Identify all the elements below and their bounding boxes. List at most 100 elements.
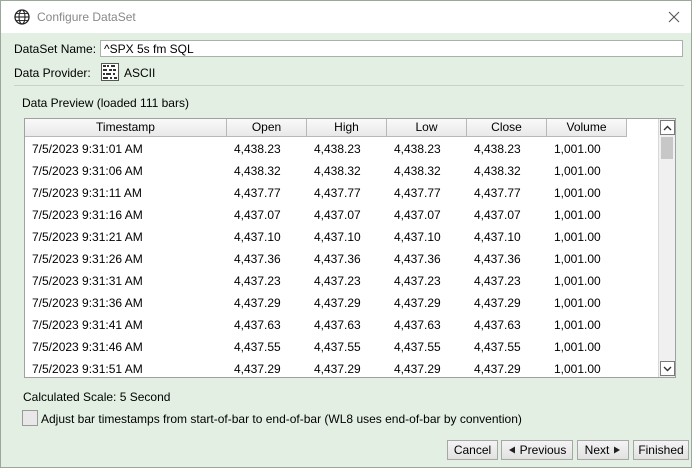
cell-high: 4,437.63 bbox=[314, 318, 361, 332]
grid-body: 7/5/2023 9:31:01 AM 4,438.23 4,438.23 4,… bbox=[25, 138, 659, 380]
scroll-thumb[interactable] bbox=[661, 137, 673, 159]
calculated-scale-label: Calculated Scale: 5 Second bbox=[23, 390, 171, 404]
column-header-timestamp[interactable]: Timestamp bbox=[25, 119, 227, 137]
chevron-up-icon bbox=[663, 125, 672, 130]
cell-low: 4,437.07 bbox=[394, 208, 441, 222]
cell-close: 4,437.29 bbox=[474, 296, 521, 310]
cancel-button-label: Cancel bbox=[453, 443, 492, 457]
table-row[interactable]: 7/5/2023 9:31:31 AM 4,437.23 4,437.23 4,… bbox=[25, 270, 659, 292]
table-row[interactable]: 7/5/2023 9:31:01 AM 4,438.23 4,438.23 4,… bbox=[25, 138, 659, 160]
cell-timestamp: 7/5/2023 9:31:26 AM bbox=[32, 252, 143, 266]
cell-close: 4,437.10 bbox=[474, 230, 521, 244]
column-header-open[interactable]: Open bbox=[227, 119, 307, 137]
cell-high: 4,437.36 bbox=[314, 252, 361, 266]
cell-low: 4,437.63 bbox=[394, 318, 441, 332]
cell-high: 4,437.55 bbox=[314, 340, 361, 354]
cell-high: 4,438.32 bbox=[314, 164, 361, 178]
cell-timestamp: 7/5/2023 9:31:06 AM bbox=[32, 164, 143, 178]
cell-volume: 1,001.00 bbox=[554, 164, 601, 178]
chevron-down-icon bbox=[663, 366, 672, 371]
close-button[interactable] bbox=[665, 8, 683, 26]
cell-timestamp: 7/5/2023 9:31:46 AM bbox=[32, 340, 143, 354]
configure-dataset-dialog: Configure DataSet DataSet Name: Data Pro… bbox=[0, 0, 692, 468]
cell-volume: 1,001.00 bbox=[554, 340, 601, 354]
previous-button[interactable]: Previous bbox=[501, 440, 573, 460]
cell-low: 4,437.10 bbox=[394, 230, 441, 244]
dataset-name-input[interactable] bbox=[100, 40, 683, 57]
column-header-high[interactable]: High bbox=[307, 119, 387, 137]
table-row[interactable]: 7/5/2023 9:31:46 AM 4,437.55 4,437.55 4,… bbox=[25, 336, 659, 358]
cell-low: 4,437.77 bbox=[394, 186, 441, 200]
cell-volume: 1,001.00 bbox=[554, 208, 601, 222]
vertical-scrollbar[interactable] bbox=[658, 119, 675, 377]
table-row[interactable]: 7/5/2023 9:31:41 AM 4,437.63 4,437.63 4,… bbox=[25, 314, 659, 336]
arrow-right-icon bbox=[614, 446, 621, 454]
cell-volume: 1,001.00 bbox=[554, 186, 601, 200]
cell-open: 4,438.23 bbox=[234, 142, 281, 156]
finished-button-label: Finished bbox=[638, 443, 684, 457]
cell-close: 4,437.63 bbox=[474, 318, 521, 332]
finished-button[interactable]: Finished bbox=[633, 440, 689, 460]
cell-close: 4,438.23 bbox=[474, 142, 521, 156]
cell-high: 4,438.23 bbox=[314, 142, 361, 156]
cell-high: 4,437.10 bbox=[314, 230, 361, 244]
cell-volume: 1,001.00 bbox=[554, 230, 601, 244]
cell-close: 4,437.23 bbox=[474, 274, 521, 288]
data-provider-name: ASCII bbox=[124, 66, 156, 80]
table-row[interactable]: 7/5/2023 9:31:51 AM 4,437.29 4,437.29 4,… bbox=[25, 358, 659, 380]
cell-volume: 1,001.00 bbox=[554, 362, 601, 376]
column-header-close[interactable]: Close bbox=[467, 119, 547, 137]
cell-volume: 1,001.00 bbox=[554, 318, 601, 332]
cell-timestamp: 7/5/2023 9:31:11 AM bbox=[32, 186, 142, 200]
window-title: Configure DataSet bbox=[37, 10, 136, 24]
cancel-button[interactable]: Cancel bbox=[447, 440, 498, 460]
adjust-timestamps-label[interactable]: Adjust bar timestamps from start-of-bar … bbox=[41, 412, 522, 426]
scroll-down-button[interactable] bbox=[660, 361, 675, 376]
table-row[interactable]: 7/5/2023 9:31:21 AM 4,437.10 4,437.10 4,… bbox=[25, 226, 659, 248]
grid-header-row: Timestamp Open High Low Close Volume bbox=[25, 119, 627, 137]
column-header-low[interactable]: Low bbox=[387, 119, 467, 137]
cell-open: 4,438.32 bbox=[234, 164, 281, 178]
next-button[interactable]: Next bbox=[577, 440, 629, 460]
data-preview-title: Data Preview (loaded 111 bars) bbox=[22, 96, 189, 110]
cell-open: 4,437.36 bbox=[234, 252, 281, 266]
close-icon bbox=[668, 11, 680, 23]
cell-open: 4,437.77 bbox=[234, 186, 281, 200]
table-row[interactable]: 7/5/2023 9:31:06 AM 4,438.32 4,438.32 4,… bbox=[25, 160, 659, 182]
cell-timestamp: 7/5/2023 9:31:01 AM bbox=[32, 142, 143, 156]
table-row[interactable]: 7/5/2023 9:31:26 AM 4,437.36 4,437.36 4,… bbox=[25, 248, 659, 270]
cell-open: 4,437.23 bbox=[234, 274, 281, 288]
column-header-volume[interactable]: Volume bbox=[547, 119, 627, 137]
cell-high: 4,437.23 bbox=[314, 274, 361, 288]
cell-close: 4,437.29 bbox=[474, 362, 521, 376]
cell-low: 4,437.36 bbox=[394, 252, 441, 266]
cell-low: 4,438.32 bbox=[394, 164, 441, 178]
cell-open: 4,437.10 bbox=[234, 230, 281, 244]
cell-volume: 1,001.00 bbox=[554, 296, 601, 310]
cell-close: 4,437.77 bbox=[474, 186, 521, 200]
cell-high: 4,437.29 bbox=[314, 296, 361, 310]
cell-open: 4,437.55 bbox=[234, 340, 281, 354]
table-row[interactable]: 7/5/2023 9:31:11 AM 4,437.77 4,437.77 4,… bbox=[25, 182, 659, 204]
table-row[interactable]: 7/5/2023 9:31:36 AM 4,437.29 4,437.29 4,… bbox=[25, 292, 659, 314]
cell-timestamp: 7/5/2023 9:31:36 AM bbox=[32, 296, 143, 310]
cell-open: 4,437.63 bbox=[234, 318, 281, 332]
cell-low: 4,437.29 bbox=[394, 296, 441, 310]
cell-low: 4,438.23 bbox=[394, 142, 441, 156]
data-preview-grid[interactable]: Timestamp Open High Low Close Volume 7/5… bbox=[24, 118, 676, 378]
cell-timestamp: 7/5/2023 9:31:41 AM bbox=[32, 318, 143, 332]
table-row[interactable]: 7/5/2023 9:31:16 AM 4,437.07 4,437.07 4,… bbox=[25, 204, 659, 226]
adjust-timestamps-checkbox[interactable] bbox=[22, 410, 38, 426]
cell-timestamp: 7/5/2023 9:31:16 AM bbox=[32, 208, 143, 222]
previous-button-label: Previous bbox=[519, 443, 567, 457]
cell-low: 4,437.55 bbox=[394, 340, 441, 354]
cell-timestamp: 7/5/2023 9:31:21 AM bbox=[32, 230, 143, 244]
cell-volume: 1,001.00 bbox=[554, 252, 601, 266]
cell-open: 4,437.29 bbox=[234, 296, 281, 310]
cell-low: 4,437.23 bbox=[394, 274, 441, 288]
cell-close: 4,437.07 bbox=[474, 208, 521, 222]
scroll-up-button[interactable] bbox=[660, 120, 675, 135]
ascii-provider-icon bbox=[101, 63, 119, 81]
cell-close: 4,437.36 bbox=[474, 252, 521, 266]
title-bar[interactable]: Configure DataSet bbox=[1, 1, 691, 33]
